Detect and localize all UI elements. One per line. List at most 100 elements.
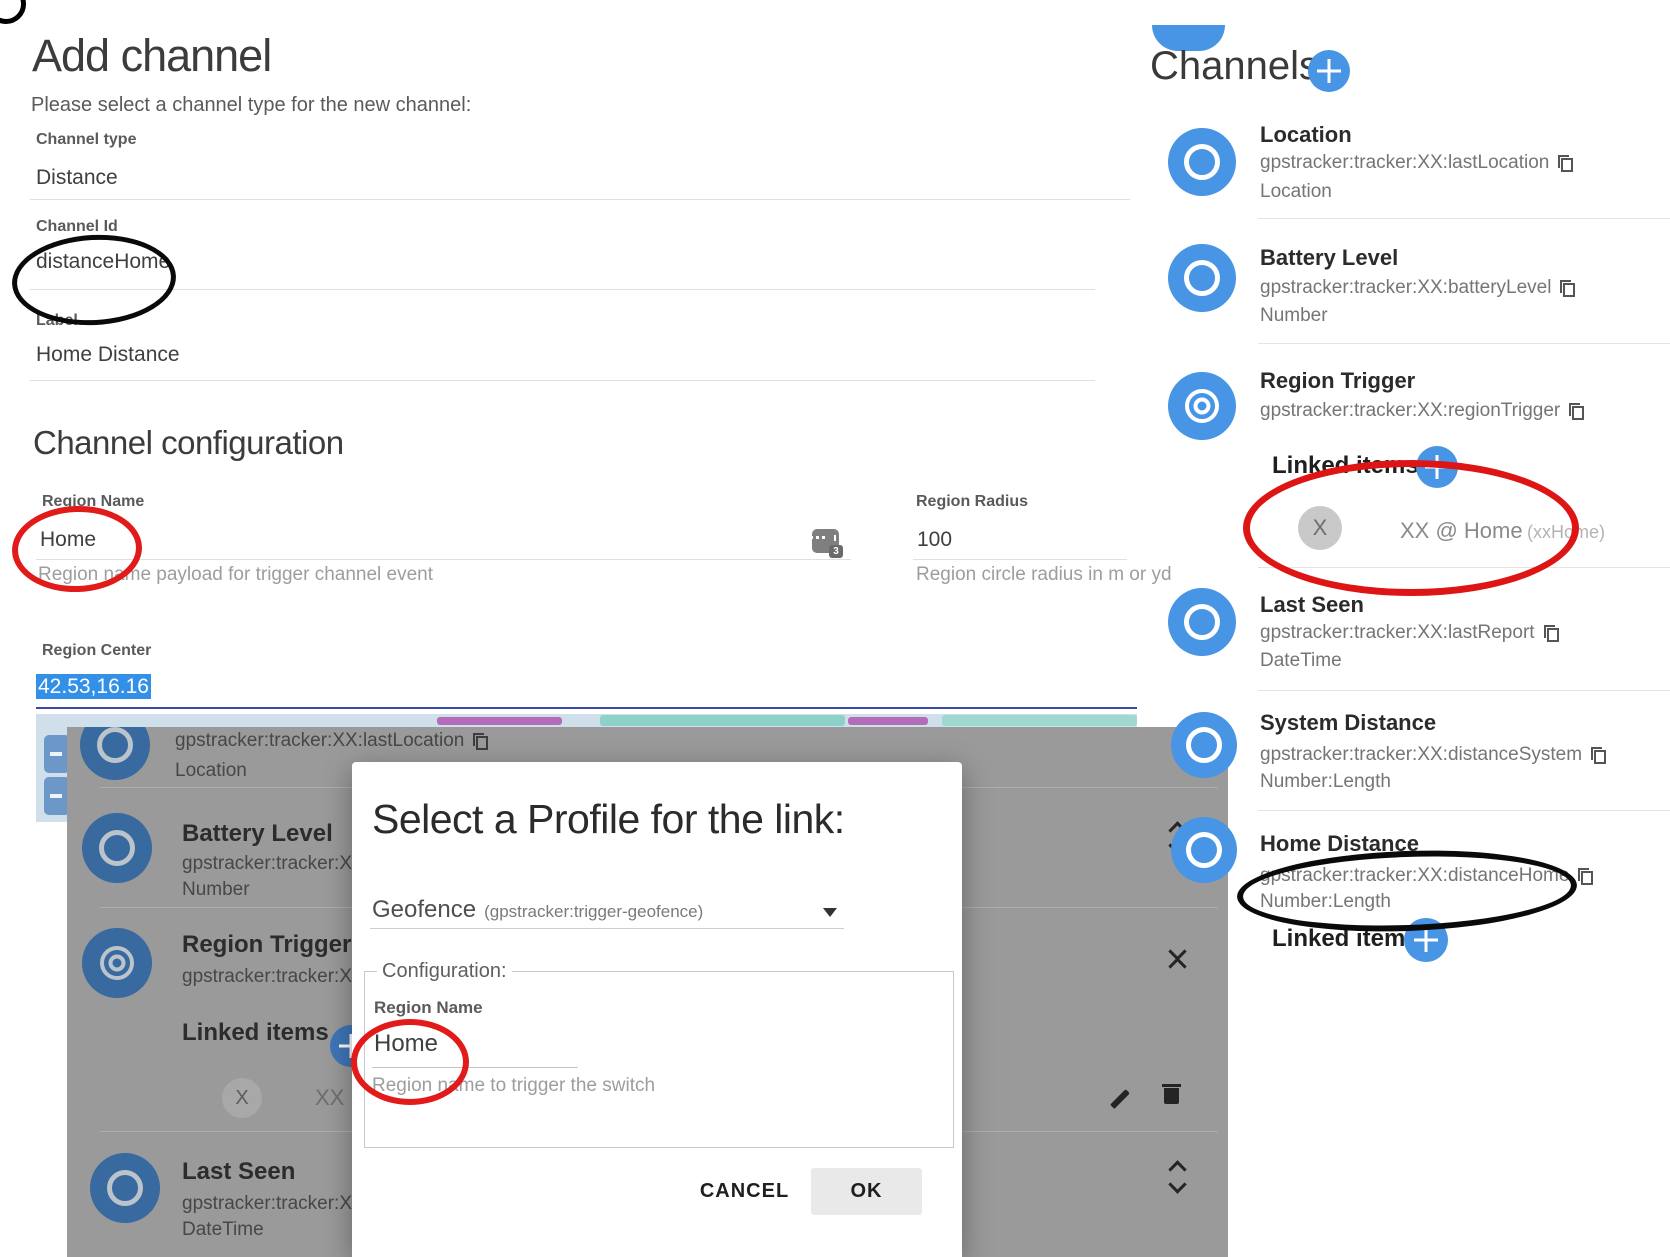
channel-title[interactable]: Last Seen: [1260, 592, 1364, 618]
channel-type-label: Channel type: [36, 131, 136, 149]
channel-id-input[interactable]: distanceHome: [36, 250, 170, 274]
copy-icon[interactable]: [1544, 625, 1559, 642]
channel-title[interactable]: Battery Level: [1260, 245, 1398, 271]
linked-item-suffix: (xxHome): [1527, 522, 1605, 542]
add-link-button[interactable]: [1404, 918, 1448, 962]
channel-uid: gpstracker:tracker:XX:distanceSystem: [1260, 744, 1606, 766]
channel-uid: gpstracker:tracker:XX:lastReport: [1260, 622, 1559, 644]
channel-title[interactable]: Region Trigger: [1260, 368, 1415, 394]
dialog-region-name-help: Region name to trigger the switch: [372, 1075, 655, 1097]
linked-item-text: XX @ Home: [1400, 518, 1523, 543]
trigger-dot-icon: [109, 955, 126, 972]
channel-type: Location: [1260, 181, 1332, 203]
corner-annotation-arc: [0, 0, 26, 24]
autofill-extension-icon[interactable]: 3: [812, 529, 839, 553]
channel-type: Number:Length: [1260, 891, 1391, 913]
region-radius-input[interactable]: 100: [917, 528, 952, 552]
add-link-button[interactable]: [1416, 446, 1458, 488]
region-center-underline-focused: [36, 707, 1137, 709]
dialog-title: Select a Profile for the link:: [372, 796, 845, 843]
map-label-fragment: [848, 717, 928, 725]
location-channel-uid: gpstracker:tracker:XX:lastLocation: [175, 730, 488, 752]
channel-uid: gpstracker:tracker:XX:regionTrigger: [1260, 400, 1584, 422]
channel-type: Number: [1260, 305, 1328, 327]
channel-type-select[interactable]: Distance: [36, 166, 118, 190]
region-trigger-title: Region Trigger: [182, 931, 351, 959]
region-radius-underline: [913, 559, 1127, 560]
linked-item-avatar: X: [222, 1078, 262, 1118]
configuration-fieldset: Configuration:: [364, 960, 954, 1148]
battery-channel-icon: [1168, 244, 1236, 312]
channel-uid: gpstracker:tracker:XX:batteryLevel: [1260, 277, 1575, 299]
profile-name: Geofence: [372, 896, 476, 924]
copy-icon[interactable]: [1578, 868, 1593, 885]
channel-ring-icon: [99, 830, 135, 866]
region-name-input[interactable]: Home: [40, 528, 96, 552]
autofill-badge: 3: [829, 545, 843, 558]
channel-uid: gpstracker:tracker:XX:distanceHome: [1260, 865, 1593, 887]
region-center-input[interactable]: 42.53,16.16: [36, 675, 151, 699]
channel-id-underline: [30, 289, 1095, 290]
region-trigger-uid: gpstracker:tracker:X: [182, 966, 352, 988]
channel-id-label: Channel Id: [36, 218, 118, 236]
channel-title[interactable]: Home Distance: [1260, 831, 1419, 857]
profile-select-underline: [370, 928, 844, 929]
delete-link-icon[interactable]: [1159, 1084, 1183, 1108]
label-label: Label: [36, 312, 78, 330]
copy-icon[interactable]: [1558, 155, 1573, 172]
last-seen-type: DateTime: [182, 1219, 264, 1241]
channel-title[interactable]: System Distance: [1260, 710, 1436, 736]
unfold-more-icon[interactable]: [1171, 1163, 1184, 1191]
divider: [1258, 690, 1670, 691]
home-distance-channel-icon: [1171, 817, 1237, 883]
battery-channel-uid: gpstracker:tracker:X: [182, 853, 352, 875]
copy-icon[interactable]: [1569, 403, 1584, 420]
location-channel-icon: [1168, 128, 1236, 196]
edit-link-icon[interactable]: [1109, 1087, 1133, 1111]
profile-select[interactable]: Geofence (gpstracker:trigger-geofence): [372, 896, 703, 924]
channel-ring-icon: [97, 727, 133, 763]
channel-title[interactable]: Location: [1260, 122, 1352, 148]
battery-channel-title: Battery Level: [182, 820, 333, 848]
label-input[interactable]: Home Distance: [36, 343, 180, 367]
divider: [1258, 567, 1670, 568]
page-subtitle: Please select a channel type for the new…: [31, 94, 471, 117]
region-radius-label: Region Radius: [916, 493, 1028, 511]
autofill-tail-icon: [834, 535, 836, 541]
profile-uid: (gpstracker:trigger-geofence): [484, 902, 703, 922]
map-water-fragment: [942, 715, 1137, 726]
map-label-fragment: [437, 717, 562, 725]
channel-type-underline: [30, 199, 1130, 200]
last-seen-uid: gpstracker:tracker:X: [182, 1193, 352, 1215]
system-distance-channel-icon: [1171, 712, 1237, 778]
map-water-fragment: [600, 715, 845, 726]
cancel-button[interactable]: CANCEL: [692, 1170, 797, 1212]
battery-channel-icon: [82, 813, 152, 883]
linked-items-label: Linked items: [1272, 452, 1419, 480]
add-channel-button[interactable]: [1308, 50, 1350, 92]
ok-button[interactable]: OK: [811, 1168, 922, 1215]
last-seen-channel-icon: [90, 1153, 160, 1223]
linked-items-label: Linked items: [1272, 925, 1419, 953]
dialog-region-name-input[interactable]: Home: [374, 1030, 438, 1058]
linked-item-avatar: X: [1298, 506, 1342, 550]
battery-channel-type: Number: [182, 879, 250, 901]
last-seen-channel-icon: [1168, 588, 1236, 656]
channel-config-title: Channel configuration: [33, 424, 344, 462]
fieldset-legend: Configuration:: [377, 960, 512, 983]
autofill-dots-icon: [816, 536, 819, 539]
region-name-help: Region name payload for trigger channel …: [38, 564, 433, 586]
unfold-less-icon[interactable]: [1171, 945, 1184, 973]
dialog-region-name-underline: [372, 1067, 578, 1068]
copy-icon[interactable]: [1591, 747, 1606, 764]
location-channel-type: Location: [175, 760, 247, 782]
label-underline: [30, 380, 1095, 381]
region-name-underline: [36, 559, 851, 560]
copy-icon[interactable]: [473, 733, 488, 750]
channel-type: Number:Length: [1260, 771, 1391, 793]
linked-item[interactable]: XX @ Home (xxHome): [1400, 518, 1605, 544]
copy-icon[interactable]: [1560, 280, 1575, 297]
divider: [1258, 343, 1670, 344]
dropdown-arrow-icon[interactable]: [823, 908, 837, 917]
paper-ui-page: Add channel Please select a channel type…: [0, 0, 1670, 1257]
